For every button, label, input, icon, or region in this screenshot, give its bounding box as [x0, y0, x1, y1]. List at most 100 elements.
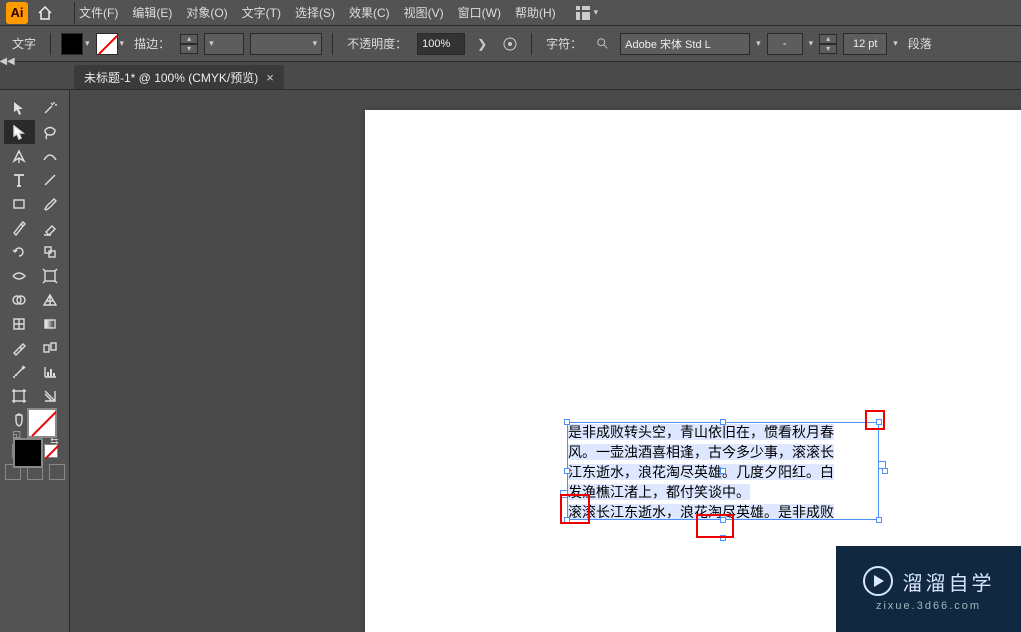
opacity-label: 不透明度：	[343, 35, 411, 52]
default-fill-stroke-icon[interactable]: ◱	[13, 429, 22, 440]
menu-type[interactable]: 文字(T)	[242, 4, 281, 21]
stroke-weight-select[interactable]: ▾	[204, 33, 244, 55]
shape-builder-tool[interactable]	[4, 288, 35, 312]
rectangle-tool[interactable]	[4, 192, 35, 216]
handle-bottom-left[interactable]	[564, 517, 570, 523]
stroke-swatch[interactable]: ▾	[96, 33, 125, 55]
chevron-down-icon[interactable]: ▾	[809, 38, 814, 49]
opacity-value[interactable]: 100%	[417, 33, 465, 55]
font-size-input[interactable]: 12 pt	[843, 33, 887, 55]
divider	[332, 33, 333, 55]
slice-tool[interactable]	[35, 384, 66, 408]
line-tool[interactable]	[35, 168, 66, 192]
free-transform-tool[interactable]	[35, 264, 66, 288]
workspace-icon	[576, 6, 590, 20]
home-icon[interactable]	[34, 2, 56, 24]
mesh-tool[interactable]	[4, 312, 35, 336]
eraser-tool[interactable]	[35, 216, 66, 240]
handle-bottom-middle[interactable]	[720, 517, 726, 523]
font-size-stepper[interactable]: ▴▾	[819, 33, 837, 55]
brush-select[interactable]: ▾	[250, 33, 322, 55]
divider	[74, 2, 75, 24]
chevron-down-icon[interactable]: ▾	[756, 38, 761, 49]
chevron-down-icon: ▾	[594, 7, 599, 18]
watermark-url: zixue.3d66.com	[876, 600, 981, 612]
artboard-tool[interactable]	[4, 384, 35, 408]
handle-top-middle[interactable]	[720, 419, 726, 425]
center-point[interactable]	[720, 468, 726, 474]
paintbrush-tool[interactable]	[35, 192, 66, 216]
type-tool[interactable]	[4, 168, 35, 192]
bottom-anchor[interactable]	[720, 535, 726, 541]
lasso-tool[interactable]	[35, 120, 66, 144]
blend-tool[interactable]	[35, 336, 66, 360]
scale-tool[interactable]	[35, 240, 66, 264]
document-tab[interactable]: 未标题-1* @ 100% (CMYK/预览) ×	[74, 65, 284, 89]
menu-view[interactable]: 视图(V)	[404, 4, 444, 21]
fill-swatch[interactable]: ▾	[61, 33, 90, 55]
menu-file[interactable]: 文件(F)	[79, 4, 118, 21]
tab-title: 未标题-1* @ 100% (CMYK/预览)	[84, 69, 258, 86]
paragraph-label[interactable]: 段落	[904, 35, 936, 52]
curvature-tool[interactable]	[35, 144, 66, 168]
text-line: 是非成败转头空，青山依旧在，惯看秋月春	[568, 424, 834, 440]
watermark-brand: 溜溜自学	[903, 567, 995, 596]
pencil-tool[interactable]	[4, 216, 35, 240]
tool-name-label: 文字	[8, 35, 40, 52]
opacity-popup-button[interactable]: ❯	[471, 33, 493, 55]
perspective-tool[interactable]	[35, 288, 66, 312]
chevron-down-icon: ▾	[120, 38, 125, 49]
text-line: 江东逝水，浪花淘尽英雄。几度夕阳红。白	[568, 464, 834, 480]
text-frame[interactable]: 是非成败转头空，青山依旧在，惯看秋月春 风。一壶浊酒喜相逢，古今多少事，滚滚长 …	[568, 423, 878, 519]
play-icon	[863, 566, 893, 596]
fill-box[interactable]	[13, 438, 43, 468]
options-bar: 文字 ▾ ▾ 描边： ▴▾ ▾ ▾ 不透明度： 100% ❯ 字符： Adobe…	[0, 26, 1021, 62]
canvas[interactable]: 是非成败转头空，青山依旧在，惯看秋月春 风。一壶浊酒喜相逢，古今多少事，滚滚长 …	[70, 90, 1021, 632]
font-style-select[interactable]: -	[767, 33, 803, 55]
handle-mid-left[interactable]	[564, 468, 570, 474]
eyedropper-tool[interactable]	[4, 336, 35, 360]
handle-top-right[interactable]	[876, 419, 882, 425]
recolor-button[interactable]	[499, 33, 521, 55]
font-family-input[interactable]: Adobe 宋体 Std L	[620, 33, 750, 55]
gradient-tool[interactable]	[35, 312, 66, 336]
magic-wand-tool[interactable]	[35, 96, 66, 120]
width-tool[interactable]	[4, 264, 35, 288]
expand-panel-icon[interactable]: ◀◀	[0, 54, 14, 68]
menu-window[interactable]: 窗口(W)	[458, 4, 501, 21]
menu-object[interactable]: 对象(O)	[186, 4, 227, 21]
menu-effect[interactable]: 效果(C)	[349, 4, 390, 21]
selection-tool[interactable]	[4, 96, 35, 120]
workspace-switcher[interactable]: ▾	[576, 6, 599, 20]
fill-color-icon	[61, 33, 83, 55]
pen-tool[interactable]	[4, 144, 35, 168]
search-icon[interactable]	[592, 33, 614, 55]
symbol-sprayer-tool[interactable]	[4, 360, 35, 384]
stroke-box[interactable]	[27, 408, 57, 438]
menu-edit[interactable]: 编辑(E)	[132, 4, 172, 21]
stroke-weight-stepper[interactable]: ▴▾	[180, 33, 198, 55]
draw-mode-inside[interactable]	[49, 464, 65, 480]
handle-bottom-right[interactable]	[876, 517, 882, 523]
text-in-port[interactable]	[560, 490, 568, 498]
text-line: 滚滚长江东逝水，浪花淘尽英雄。是非成败	[568, 504, 834, 520]
menu-items: 文件(F) 编辑(E) 对象(O) 文字(T) 选择(S) 效果(C) 视图(V…	[79, 4, 556, 21]
menu-help[interactable]: 帮助(H)	[515, 4, 556, 21]
graph-tool[interactable]	[35, 360, 66, 384]
chevron-down-icon: ▾	[85, 38, 90, 49]
text-line: 风。一壶浊酒喜相逢，古今多少事，滚滚长	[568, 444, 834, 460]
stroke-label: 描边：	[130, 35, 174, 52]
direct-selection-tool[interactable]	[4, 120, 35, 144]
close-icon[interactable]: ×	[266, 70, 274, 85]
color-mode-none[interactable]	[44, 444, 58, 458]
document-tab-bar: 未标题-1* @ 100% (CMYK/预览) ×	[0, 62, 1021, 90]
stroke-none-icon	[96, 33, 118, 55]
main-area: ⇆ ◱	[0, 90, 1021, 632]
chevron-down-icon[interactable]: ▾	[893, 38, 898, 49]
handle-top-left[interactable]	[564, 419, 570, 425]
app-logo: Ai	[6, 2, 28, 24]
rotate-tool[interactable]	[4, 240, 35, 264]
menu-select[interactable]: 选择(S)	[295, 4, 335, 21]
text-line: 发渔樵江渚上，都付笑谈中。	[568, 484, 750, 500]
text-out-port[interactable]	[878, 461, 886, 469]
